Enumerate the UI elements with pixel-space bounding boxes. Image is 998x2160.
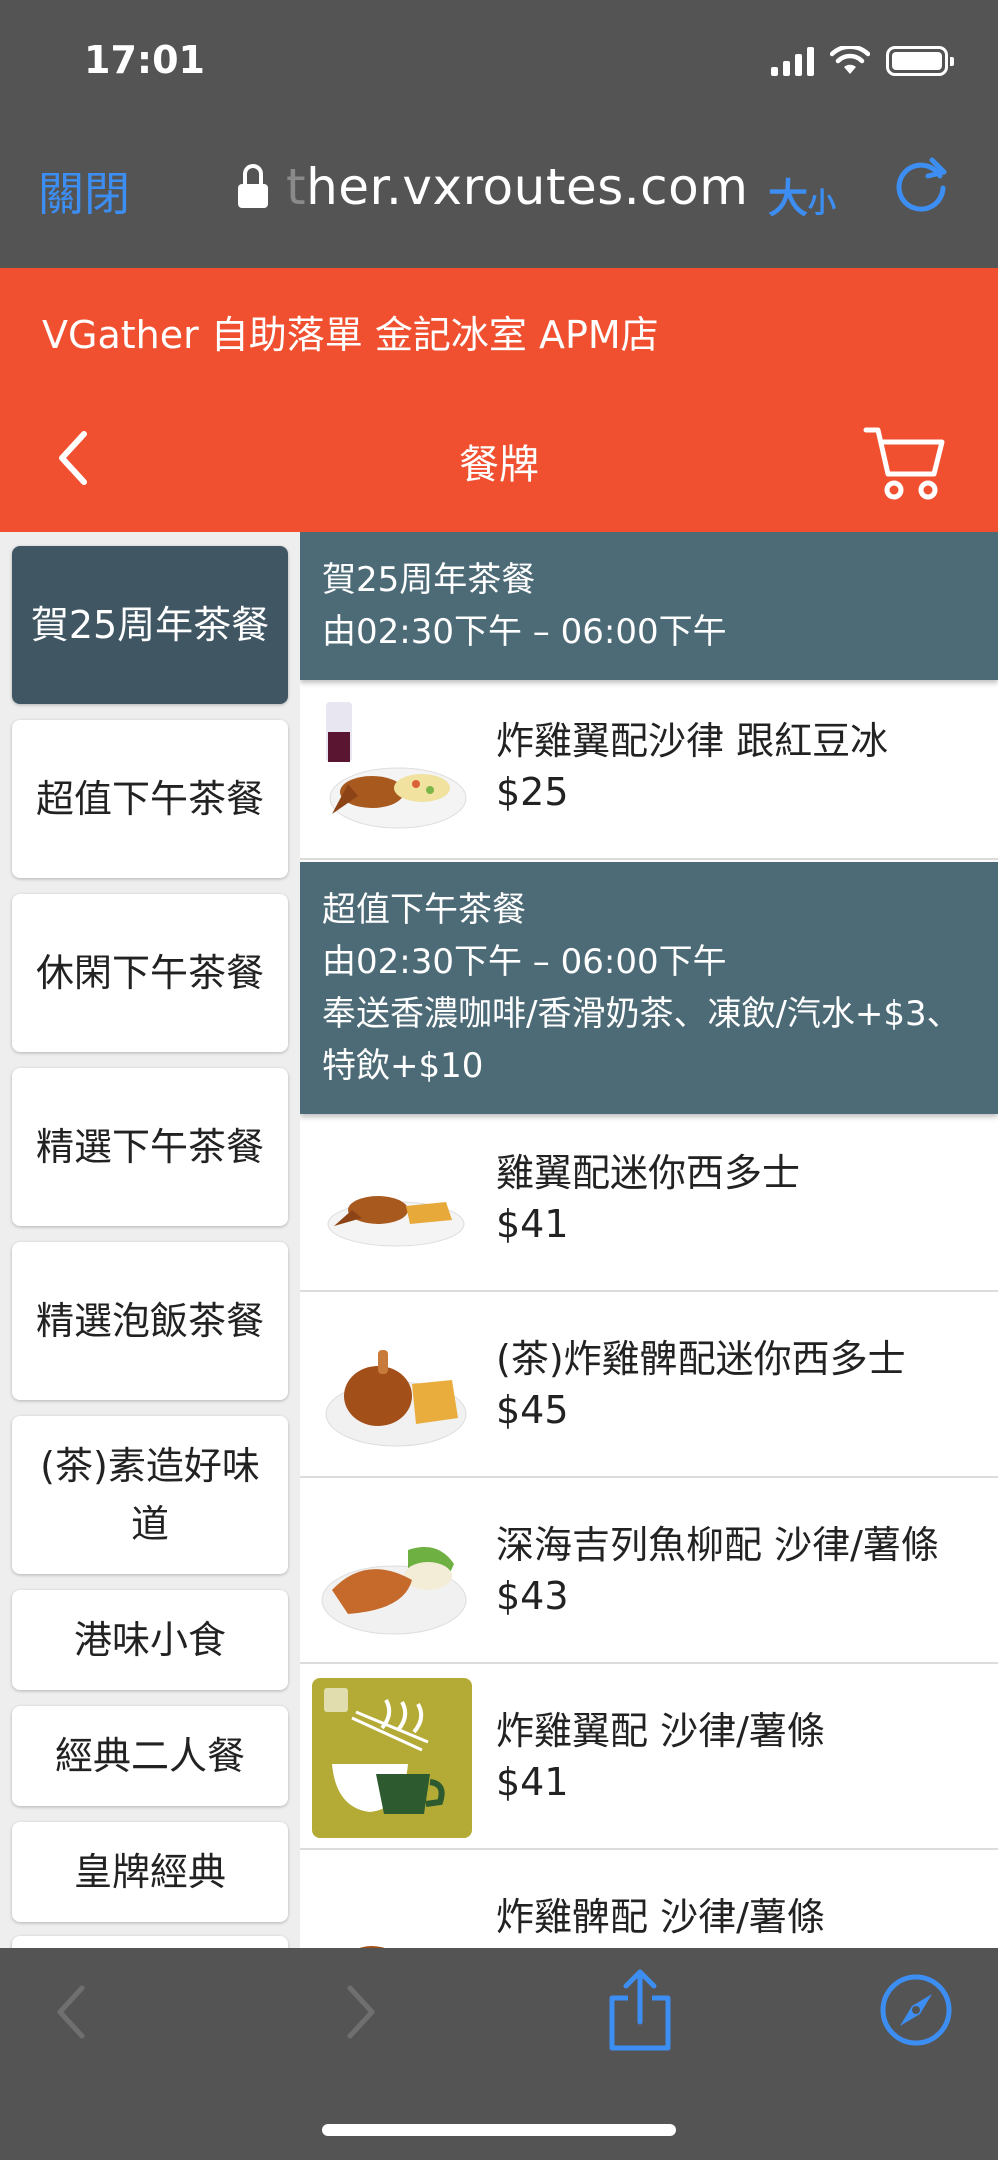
menu-list: 賀25周年茶餐 由02:30下午 – 06:00下午 炸雞翼配沙律 跟紅豆冰 $… — [300, 532, 998, 1948]
browser-bar: 關閉 ther.vxroutes.com 大小 — [0, 128, 998, 268]
drumstick-toast-photo — [312, 1306, 472, 1466]
menu-item[interactable]: 炸雞翼配 沙律/薯條 $41 — [300, 1664, 998, 1850]
category-item[interactable]: 皇牌經典 — [12, 1822, 288, 1922]
section-hours: 由02:30下午 – 06:00下午 — [322, 942, 727, 982]
section-header: 賀25周年茶餐 由02:30下午 – 06:00下午 — [300, 532, 998, 680]
home-indicator[interactable] — [322, 2124, 676, 2136]
category-sidebar: 賀25周年茶餐 超值下午茶餐 休閑下午茶餐 精選下午茶餐 精選泡飯茶餐 (茶)素… — [0, 532, 300, 1948]
fish-fillet-photo — [312, 1492, 472, 1652]
item-name: (茶)炸雞髀配迷你西多士 — [496, 1337, 906, 1381]
category-item[interactable]: 休閑下午茶餐 — [12, 894, 288, 1052]
text-size-small: 小 — [808, 186, 837, 219]
category-item[interactable]: 精選下午茶餐 — [12, 1068, 288, 1226]
text-size-big: 大 — [768, 176, 808, 222]
category-item-partial[interactable] — [12, 1936, 288, 1948]
item-price: $41 — [496, 1202, 569, 1246]
url-faded-text: t — [286, 158, 307, 216]
item-price: $45 — [496, 1388, 569, 1432]
cart-icon[interactable] — [862, 420, 948, 504]
menu-item[interactable]: 深海吉列魚柳配 沙律/薯條 $43 — [300, 1478, 998, 1664]
reload-icon[interactable] — [888, 152, 954, 218]
wings-salad-redbean-photo — [312, 688, 472, 848]
category-item[interactable]: 賀25周年茶餐 — [12, 546, 288, 704]
menu-item[interactable]: 炸雞翼配沙律 跟紅豆冰 $25 — [300, 674, 998, 860]
compass-icon[interactable] — [878, 1972, 954, 2048]
item-name: 炸雞髀配 沙律/薯條 — [496, 1895, 825, 1939]
text-size-button[interactable]: 大小 — [768, 166, 836, 224]
category-item[interactable]: 經典二人餐 — [12, 1706, 288, 1806]
section-title: 賀25周年茶餐 — [322, 560, 536, 600]
battery-icon — [886, 46, 954, 76]
kamkee-logo-placeholder — [312, 1678, 472, 1838]
wifi-icon — [830, 46, 870, 74]
item-name: 雞翼配迷你西多士 — [496, 1151, 801, 1195]
item-price: $43 — [496, 1574, 569, 1618]
share-icon[interactable] — [600, 1968, 680, 2052]
drumstick-salad-photo — [312, 1864, 472, 1948]
wings-toast-photo — [312, 1120, 472, 1280]
category-item[interactable]: 超值下午茶餐 — [12, 720, 288, 878]
browser-toolbar — [0, 1948, 998, 2160]
menu-item[interactable]: 雞翼配迷你西多士 $41 — [300, 1106, 998, 1292]
item-name: 深海吉列魚柳配 沙律/薯條 — [496, 1523, 939, 1567]
status-bar: 17:01 — [0, 0, 998, 128]
address-bar[interactable]: ther.vxroutes.com — [238, 158, 748, 216]
category-item[interactable]: (茶)素造好味道 — [12, 1416, 288, 1574]
menu-item[interactable]: (茶)炸雞髀配迷你西多士 $45 — [300, 1292, 998, 1478]
section-hours: 由02:30下午 – 06:00下午 — [322, 612, 727, 652]
url-text: ther.vxroutes.com — [286, 158, 748, 216]
store-name: VGather 自助落單 金記冰室 APM店 — [42, 313, 659, 357]
category-item[interactable]: 精選泡飯茶餐 — [12, 1242, 288, 1400]
category-item[interactable]: 港味小食 — [12, 1590, 288, 1690]
url-domain: her.vxroutes.com — [306, 158, 749, 216]
status-time: 17:01 — [84, 38, 205, 82]
section-header: 超值下午茶餐 由02:30下午 – 06:00下午 奉送香濃咖啡/香滑奶茶、凍飲… — [300, 862, 998, 1114]
lock-icon — [238, 164, 268, 208]
app-header: VGather 自助落單 金記冰室 APM店 餐牌 — [0, 268, 998, 532]
section-note: 奉送香濃咖啡/香滑奶茶、凍飲/汽水+$3、特飲+$10 — [322, 994, 961, 1086]
cellular-signal-icon — [771, 46, 814, 76]
section-title: 超值下午茶餐 — [322, 890, 526, 930]
page-title: 餐牌 — [459, 442, 539, 488]
menu-item[interactable]: 炸雞髀配 沙律/薯條 — [300, 1850, 998, 1948]
item-price: $25 — [496, 770, 569, 814]
status-icons — [771, 46, 954, 76]
item-name: 炸雞翼配沙律 跟紅豆冰 — [496, 719, 889, 763]
item-price: $41 — [496, 1760, 569, 1804]
close-button[interactable]: 關閉 — [38, 158, 130, 224]
forward-arrow-icon[interactable] — [324, 1976, 396, 2048]
back-arrow-icon[interactable] — [36, 1976, 108, 2048]
item-name: 炸雞翼配 沙律/薯條 — [496, 1709, 825, 1753]
